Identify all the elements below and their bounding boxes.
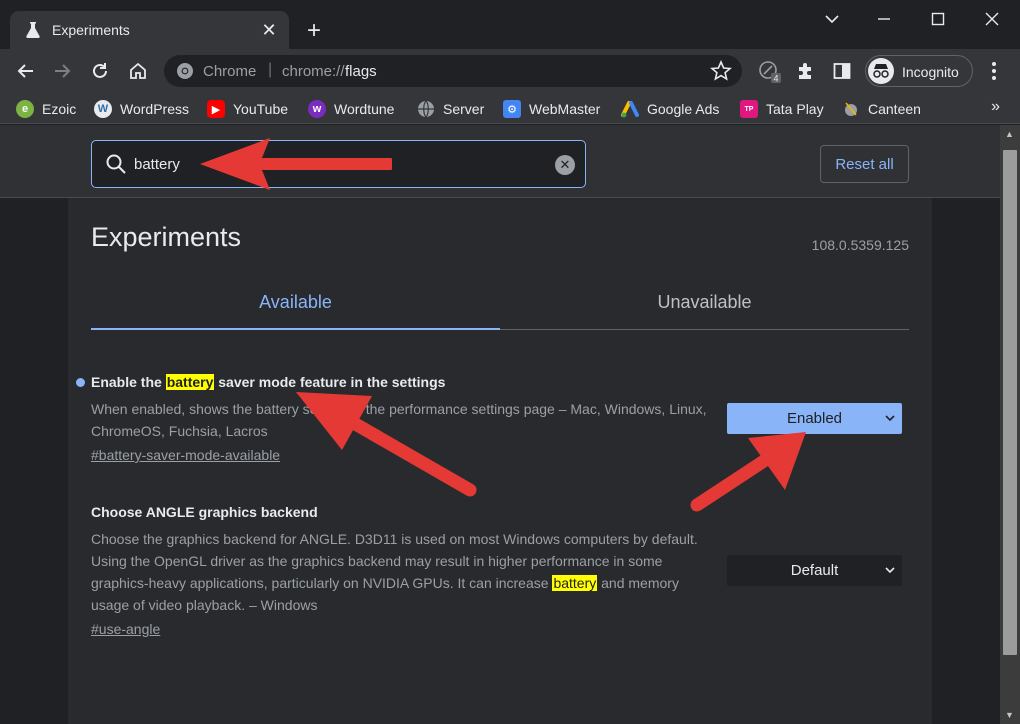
experiment-state-select[interactable]: Default [727,555,902,586]
home-icon[interactable] [124,57,152,85]
incognito-label: Incognito [902,64,959,80]
new-tab-button[interactable]: + [300,18,328,46]
select-value: Default [790,562,839,579]
experiment-name: Enable the battery saver mode feature in… [91,374,909,394]
bookmark-canteen[interactable]: Canteen [842,98,921,120]
tab-available[interactable]: Available [91,278,500,330]
version-label: 108.0.5359.125 [811,237,909,253]
experiment-state-select[interactable]: Enabled [727,403,902,434]
reset-all-button[interactable]: Reset all [820,145,909,183]
extensions-puzzle-icon[interactable] [792,57,820,85]
bookmark-label: Ezoic [42,101,77,117]
tab-unavailable[interactable]: Unavailable [500,278,909,330]
chrome-label: Chrome [203,63,257,80]
scroll-up-arrow-icon[interactable]: ▲ [1005,129,1014,139]
bookmark-webmaster[interactable]: ⚙ WebMaster [503,98,600,120]
chevron-down-icon [885,567,895,574]
incognito-avatar-icon [868,58,894,84]
close-tab-icon[interactable]: ✕ [259,20,279,40]
experiment-name-part: saver mode feature in the settings [214,374,446,390]
search-icon [106,154,126,174]
bookmark-google-ads[interactable]: Google Ads [621,98,719,120]
bookmark-label: Google Ads [647,101,720,117]
bookmark-ezoic[interactable]: e Ezoic [16,98,76,120]
tata-play-icon: TP [740,100,758,118]
experiment-battery-saver: Enable the battery saver mode feature in… [76,374,909,465]
url-scheme: chrome:// [282,63,345,80]
experiment-permalink[interactable]: #battery-saver-mode-available [91,447,280,463]
modified-indicator-dot [76,378,85,387]
bookmark-wordpress[interactable]: W WordPress [94,98,189,120]
bookmark-label: Tata Play [766,101,824,117]
bookmark-tata-play[interactable]: TP Tata Play [740,98,824,120]
more-menu-icon[interactable] [980,57,1008,85]
google-ads-icon [621,101,639,118]
bookmark-wordtune[interactable]: w Wordtune [308,98,394,120]
bookmark-label: WebMaster [529,101,601,117]
experiment-permalink[interactable]: #use-angle [91,621,160,637]
address-bar[interactable]: Chrome | chrome:// flags [164,55,742,87]
tab-search-chevron-icon[interactable] [812,4,852,32]
bookmark-label: Wordtune [334,101,395,117]
experiment-name-part: Enable the [91,374,166,390]
bookmarks-overflow-chevron-icon[interactable]: » [991,98,1000,116]
experiment-description: Choose the graphics backend for ANGLE. D… [91,528,716,616]
bookmark-star-icon[interactable] [710,60,732,82]
side-panel-icon[interactable] [828,57,856,85]
page-title: Experiments [91,222,242,252]
wordpress-icon: W [94,100,112,118]
tab-strip: Experiments ✕ + [0,0,1020,49]
experiments-panel: Experiments 108.0.5359.125 Available Una… [68,198,932,724]
wordtune-icon: w [308,100,326,118]
omnibox-separator: | [268,61,273,78]
bookmark-label: WordPress [120,101,189,117]
canteen-icon [845,102,857,116]
maximize-icon[interactable] [918,4,958,32]
flask-icon [26,22,40,39]
window-close-icon[interactable] [972,4,1012,32]
search-highlight: battery [165,374,215,390]
tab-experiments[interactable]: Experiments ✕ [10,11,289,49]
scrollbar-thumb[interactable] [1003,150,1017,655]
youtube-icon: ▶ [207,100,225,118]
back-arrow-icon[interactable] [12,57,40,85]
experiment-description: When enabled, shows the battery section … [91,401,707,439]
downloads-icon[interactable]: 4 [756,57,784,85]
availability-tabs: Available Unavailable [91,278,909,330]
flags-header: ✕ Reset all [0,125,1000,198]
search-highlight: battery [552,575,598,591]
chevron-down-icon [885,415,895,422]
chrome-icon [177,63,193,79]
search-input[interactable] [134,150,534,178]
scroll-down-arrow-icon[interactable]: ▼ [1005,710,1014,720]
download-badge: 4 [774,74,779,84]
incognito-profile-button[interactable]: Incognito [865,55,973,87]
url-host: flags [345,63,377,80]
ezoic-icon: e [16,100,34,118]
toolbar: Chrome | chrome:// flags 4 Incognito [0,49,1020,93]
tab-title: Experiments [52,22,130,38]
webmaster-icon: ⚙ [503,100,521,118]
bookmark-label: Canteen [868,101,921,117]
experiment-angle-backend: Choose ANGLE graphics backend Choose the… [91,504,909,639]
bookmark-server[interactable]: Server [417,98,484,120]
forward-arrow-icon[interactable] [48,57,76,85]
search-box[interactable]: ✕ [91,140,586,188]
bookmarks-bar: e Ezoic W WordPress ▶ YouTube w Wordtune… [0,93,1020,124]
reload-icon[interactable] [86,57,114,85]
globe-icon [418,100,434,118]
minimize-icon[interactable] [864,4,904,32]
select-value: Enabled [786,410,843,427]
bookmark-label: Server [443,101,485,117]
bookmark-label: YouTube [233,101,289,117]
page-scrollbar[interactable]: ▲ ▼ [1000,125,1020,724]
clear-search-icon[interactable]: ✕ [555,155,575,175]
experiment-name: Choose ANGLE graphics backend [91,504,318,520]
bookmark-youtube[interactable]: ▶ YouTube [207,98,288,120]
